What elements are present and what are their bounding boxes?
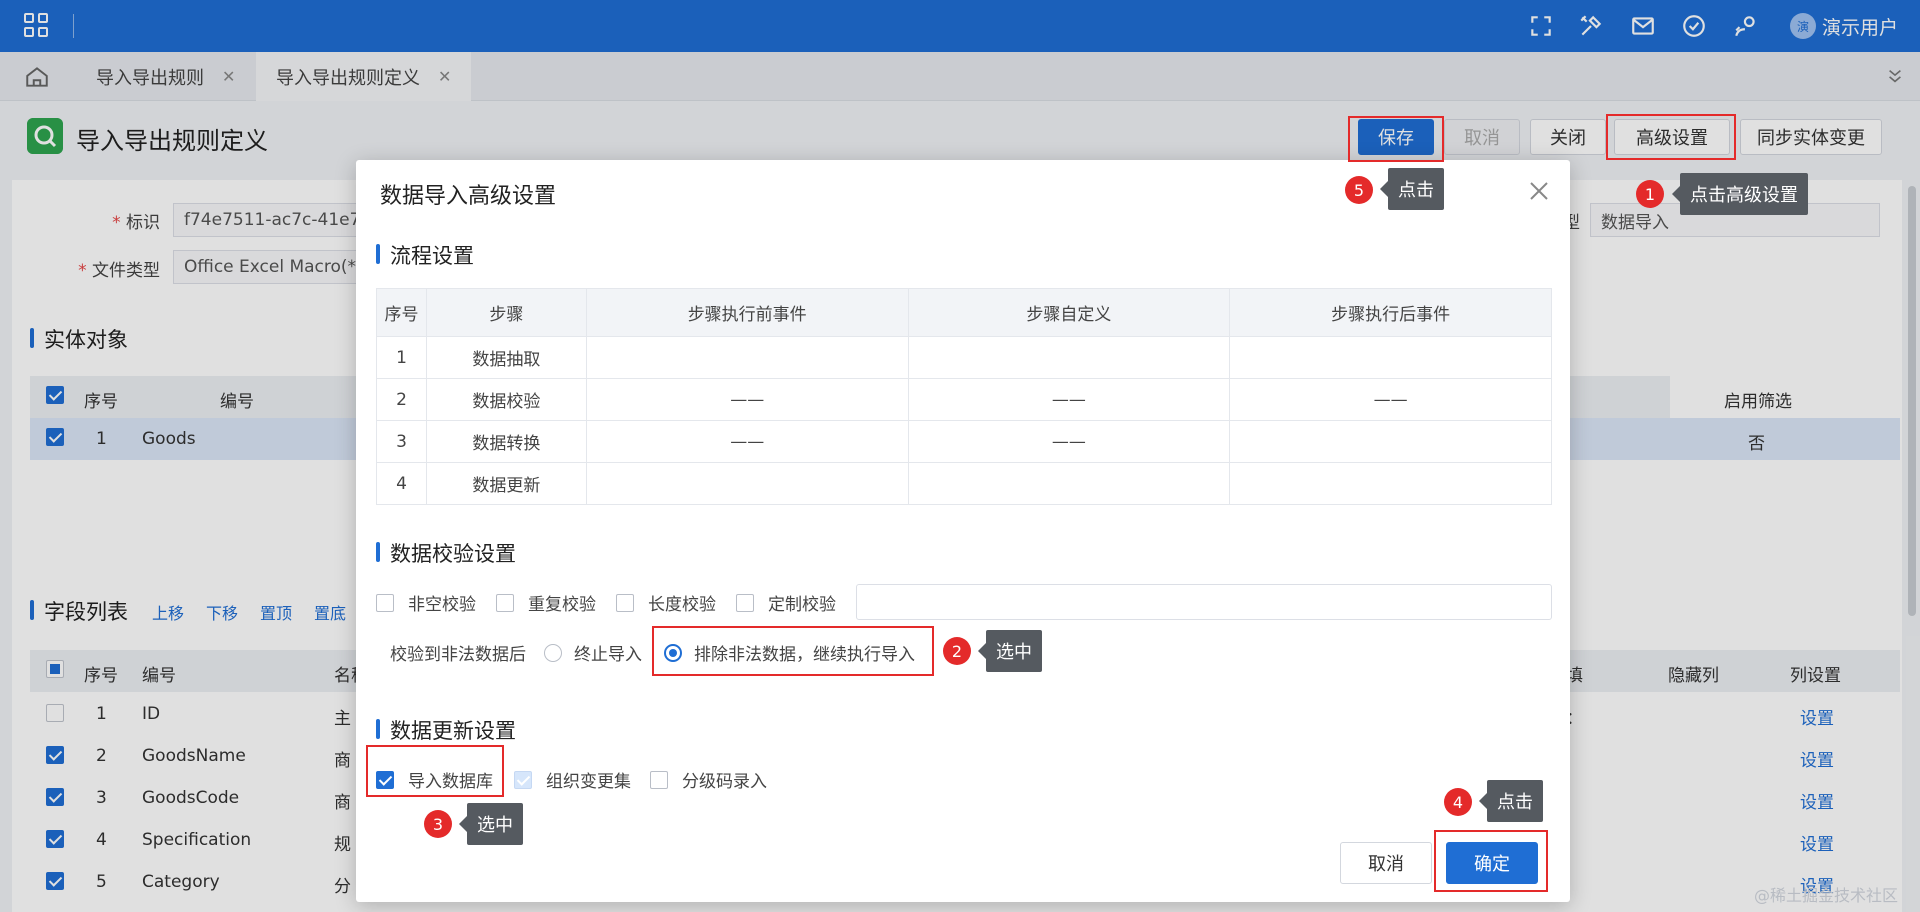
flow-cell: 2 (376, 378, 427, 421)
after-invalid-label: 校验到非法数据后 (390, 645, 526, 665)
flow-cell: —— (907, 420, 1231, 463)
flow-cell[interactable] (585, 336, 909, 379)
annotation-box-ok (1434, 830, 1548, 892)
flow-header-custom: 步骤自定义 (907, 288, 1231, 337)
annotation-box-advanced (1606, 114, 1736, 160)
flow-section-title: 流程设置 (376, 240, 474, 270)
flow-cell: —— (585, 378, 909, 421)
stop-import-radio[interactable]: 终止导入 (544, 640, 642, 665)
flow-header-before: 步骤执行前事件 (585, 288, 909, 337)
flow-cell: 1 (376, 336, 427, 379)
annotation-number: 2 (943, 637, 971, 665)
table-row: 1 数据抽取 (376, 336, 1552, 379)
watermark: @稀土掘金技术社区 (1753, 886, 1898, 905)
flow-cell: —— (1229, 378, 1552, 421)
duplicate-check-checkbox[interactable]: 重复校验 (496, 590, 596, 615)
flow-cell: —— (585, 420, 909, 463)
flow-header-step: 步骤 (425, 288, 587, 337)
table-row: 3 数据转换 —— —— (376, 420, 1552, 463)
validation-section-title: 数据校验设置 (376, 538, 516, 568)
flow-header-after: 步骤执行后事件 (1229, 288, 1552, 337)
flow-cell: —— (907, 378, 1231, 421)
annotation-box-save (1348, 116, 1444, 162)
flow-cell[interactable] (907, 336, 1231, 379)
annotation-tooltip: 点击 (1479, 780, 1543, 822)
advanced-settings-dialog: 数据导入高级设置 流程设置 序号 步骤 步骤执行前事件 步骤自定义 步骤执行后事… (356, 160, 1570, 902)
flow-cell: 数据抽取 (425, 336, 587, 379)
annotation-tooltip: 选中 (459, 803, 523, 845)
org-changeset-checkbox[interactable]: 组织变更集 (514, 767, 631, 792)
flow-cell: 3 (376, 420, 427, 463)
table-row: 2 数据校验 —— —— —— (376, 378, 1552, 421)
flow-table-header: 序号 步骤 步骤执行前事件 步骤自定义 步骤执行后事件 (376, 288, 1552, 337)
flow-cell: 数据校验 (425, 378, 587, 421)
close-icon[interactable] (1528, 180, 1550, 202)
flow-cell[interactable] (1229, 462, 1552, 505)
annotation-tooltip: 点击 (1380, 168, 1444, 210)
annotation-number: 5 (1345, 176, 1373, 204)
flow-cell[interactable] (907, 462, 1231, 505)
annotation-number: 4 (1444, 788, 1472, 816)
annotation-tooltip: 选中 (978, 630, 1042, 672)
flow-cell: 数据转换 (425, 420, 587, 463)
flow-cell: 数据更新 (425, 462, 587, 505)
flow-cell: 4 (376, 462, 427, 505)
annotation-tooltip: 点击高级设置 (1672, 173, 1808, 215)
custom-check-checkbox[interactable]: 定制校验 (736, 590, 836, 615)
flow-cell[interactable] (1229, 420, 1552, 463)
annotation-box-radio (652, 626, 934, 676)
flow-cell[interactable] (585, 462, 909, 505)
update-section-title: 数据更新设置 (376, 715, 516, 745)
custom-check-input[interactable] (856, 584, 1552, 620)
annotation-box-import-db (366, 745, 504, 797)
length-check-checkbox[interactable]: 长度校验 (616, 590, 716, 615)
flow-cell[interactable] (1229, 336, 1552, 379)
nonempty-check-checkbox[interactable]: 非空校验 (376, 590, 476, 615)
level-code-checkbox[interactable]: 分级码录入 (650, 767, 767, 792)
annotation-number: 3 (424, 810, 452, 838)
flow-table: 序号 步骤 步骤执行前事件 步骤自定义 步骤执行后事件 1 数据抽取 2 数据校… (376, 288, 1552, 505)
dialog-cancel-button[interactable]: 取消 (1340, 842, 1432, 884)
flow-header-seq: 序号 (376, 288, 427, 337)
table-row: 4 数据更新 (376, 462, 1552, 505)
dialog-title: 数据导入高级设置 (380, 184, 557, 209)
annotation-number: 1 (1636, 180, 1664, 208)
